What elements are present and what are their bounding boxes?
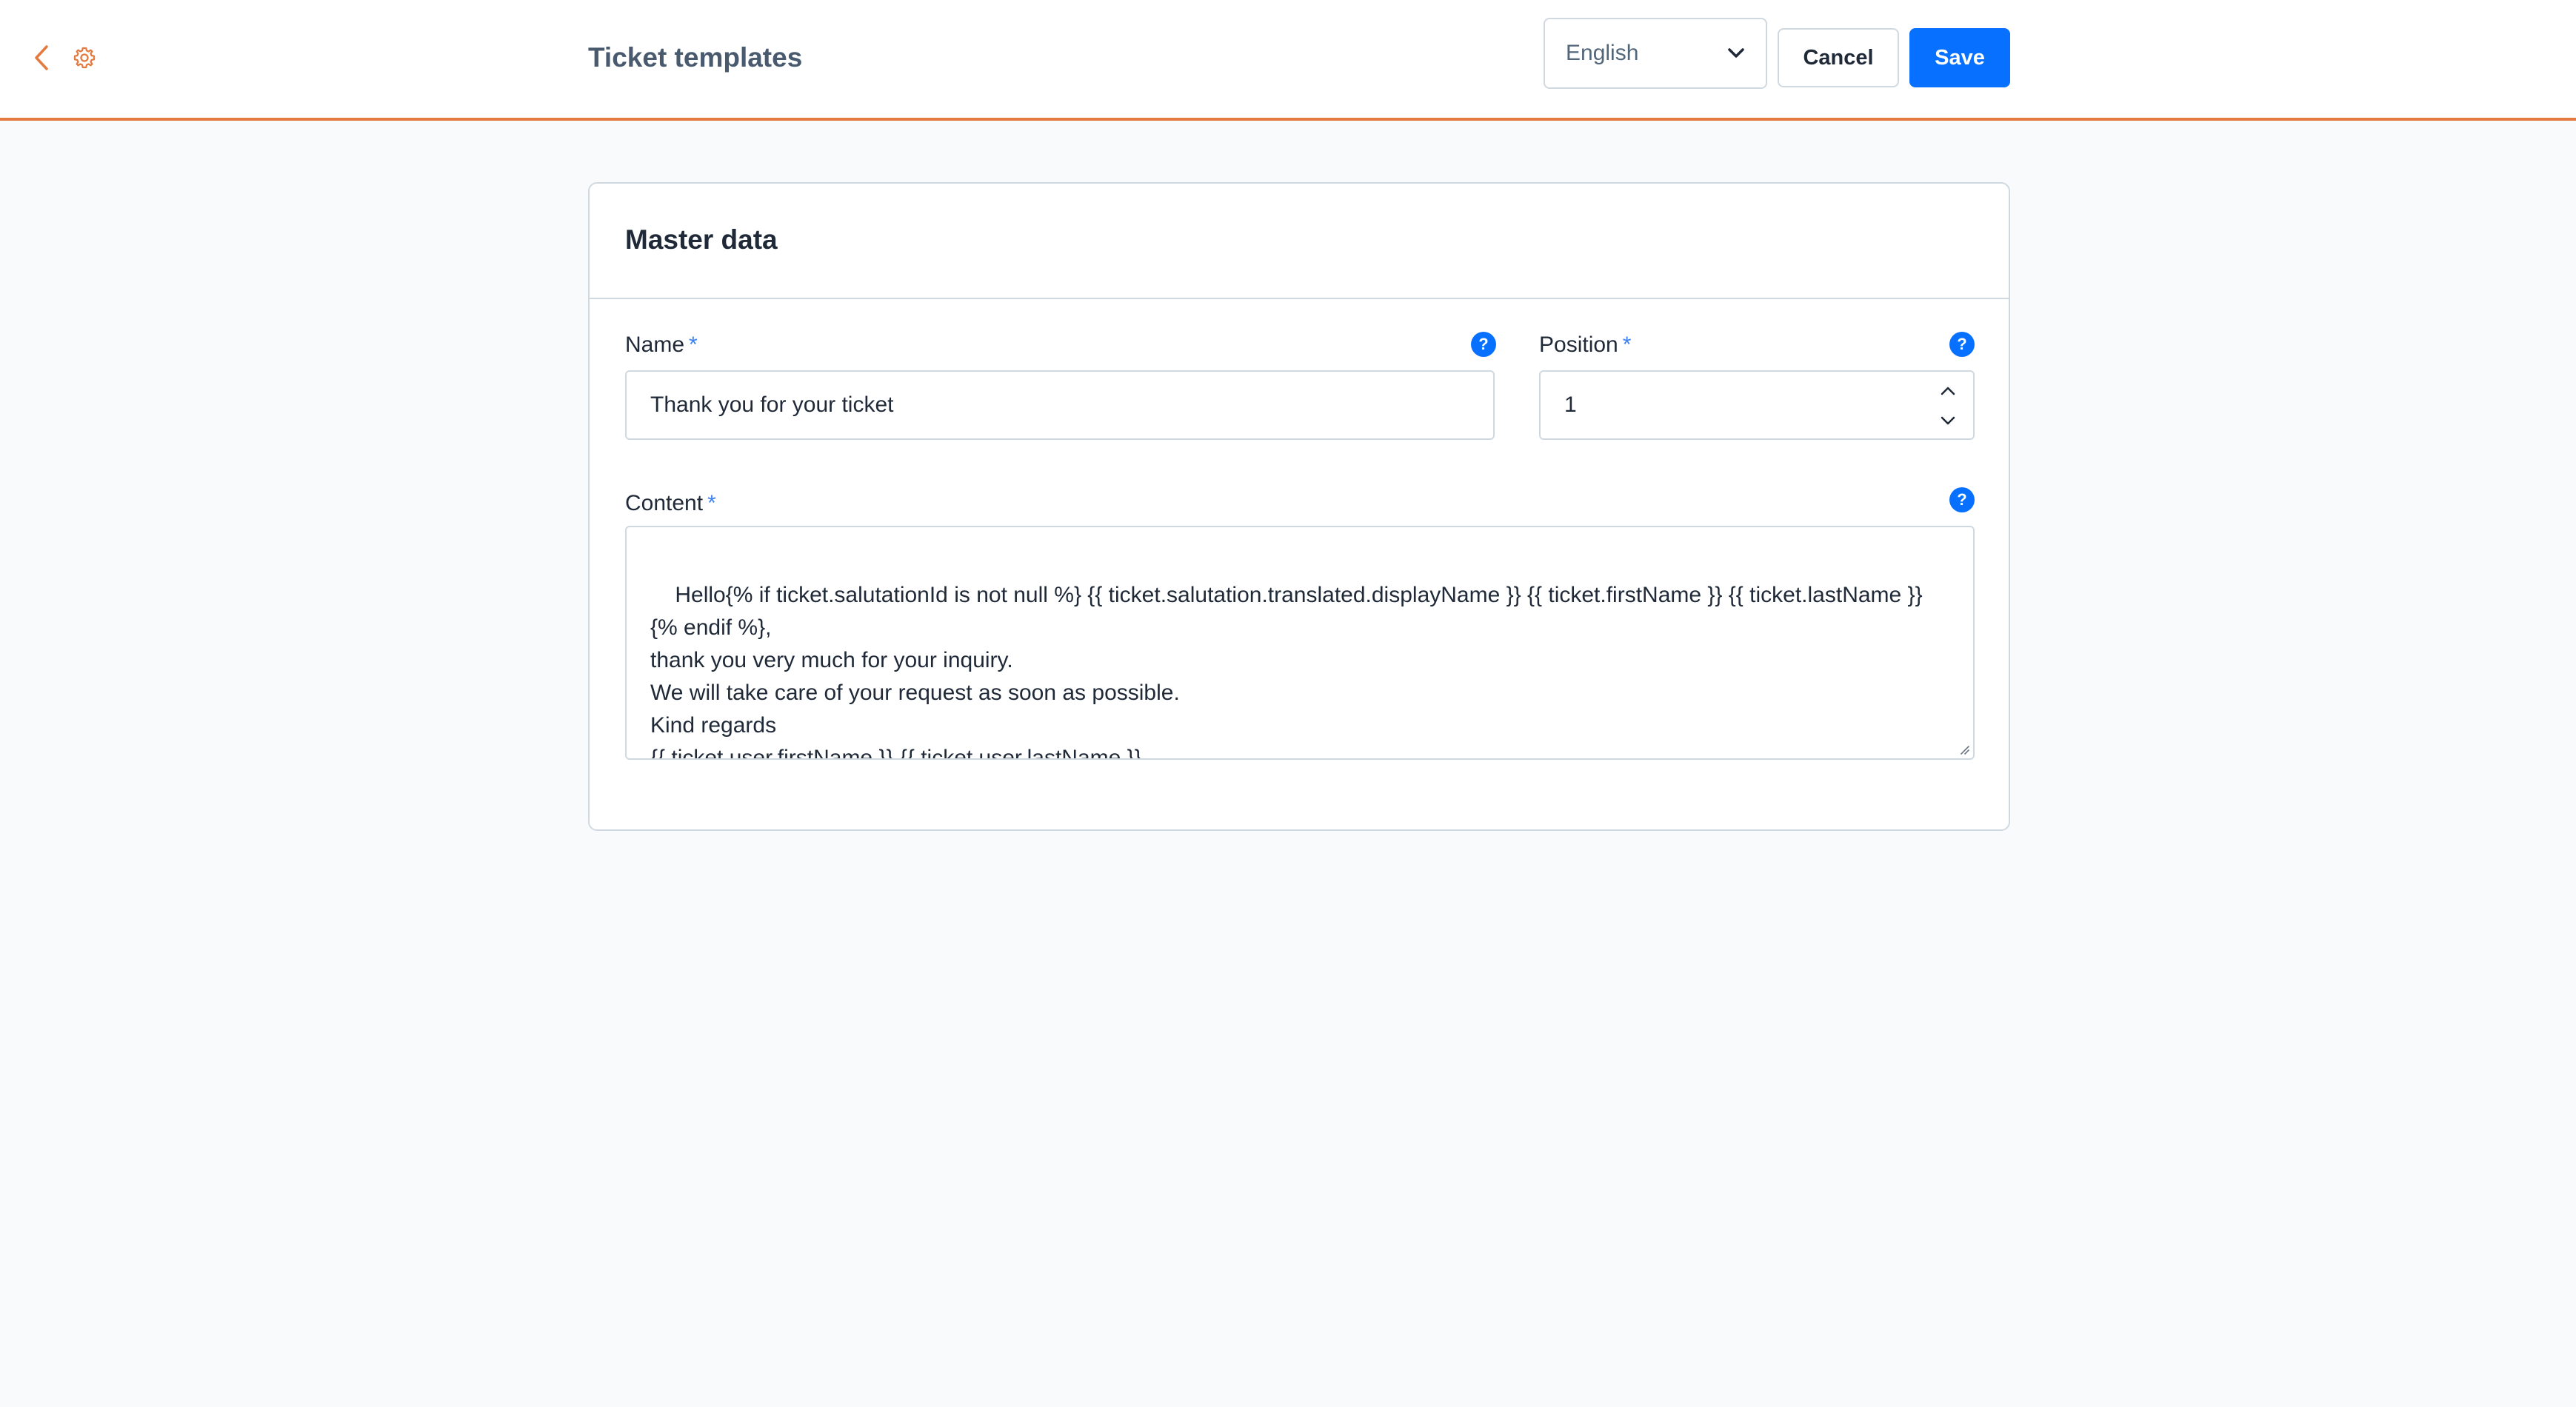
increment-button[interactable]: [1935, 378, 1961, 404]
position-label-text: Position: [1539, 332, 1618, 357]
top-bar: Ticket templates English Cancel Save: [0, 0, 2576, 121]
name-input-value: Thank you for your ticket: [650, 392, 894, 417]
chevron-down-icon: [1728, 48, 1744, 58]
card-header: Master data: [590, 184, 2009, 299]
language-select-value: English: [1566, 41, 1639, 65]
name-help-icon[interactable]: ?: [1471, 332, 1496, 357]
chevron-up-icon: [1941, 387, 1955, 395]
decrement-button[interactable]: [1935, 407, 1961, 434]
position-input-value: 1: [1564, 392, 1577, 417]
back-button[interactable]: [27, 43, 56, 73]
position-help-icon[interactable]: ?: [1949, 332, 1975, 357]
required-mark: *: [1622, 332, 1632, 357]
card-title: Master data: [625, 224, 778, 255]
master-data-card: Master data Name * ? Thank you for your t…: [588, 182, 2010, 831]
content-textarea-value: Hello{% if ticket.salutationId is not nu…: [650, 583, 1923, 760]
position-stepper: [1935, 378, 1961, 434]
language-select[interactable]: English: [1544, 18, 1767, 89]
position-label: Position *: [1539, 330, 1631, 360]
name-label-text: Name: [625, 332, 685, 357]
chevron-down-icon: [1941, 416, 1955, 425]
resize-handle-icon[interactable]: [1957, 742, 1970, 755]
content-textarea[interactable]: Hello{% if ticket.salutationId is not nu…: [625, 526, 1975, 760]
content-help-icon[interactable]: ?: [1949, 487, 1975, 512]
gear-icon: [71, 44, 98, 71]
chevron-left-icon: [35, 45, 48, 70]
content-label: Content *: [625, 489, 716, 518]
cancel-button[interactable]: Cancel: [1778, 28, 1899, 87]
required-mark: *: [689, 332, 698, 357]
page-title: Ticket templates: [588, 42, 803, 73]
required-mark: *: [707, 491, 716, 515]
name-label: Name *: [625, 330, 698, 360]
position-input[interactable]: 1: [1539, 370, 1975, 440]
name-input[interactable]: Thank you for your ticket: [625, 370, 1495, 440]
content-label-text: Content: [625, 491, 704, 515]
save-button[interactable]: Save: [1909, 28, 2010, 87]
